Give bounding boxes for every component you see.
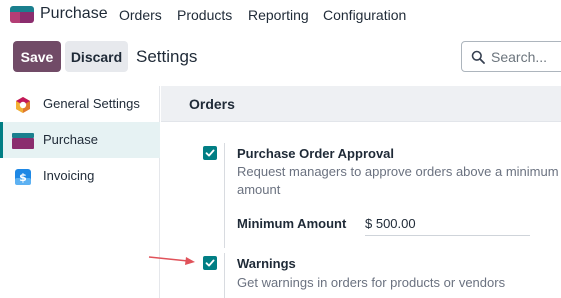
setting-divider	[224, 253, 225, 298]
setting-description: Request managers to approve orders above…	[237, 164, 559, 197]
page-title: Settings	[136, 47, 198, 66]
top-navbar: Purchase Orders Products Reporting Confi…	[0, 0, 561, 32]
setting-divider	[224, 143, 225, 248]
minimum-amount-input[interactable]: $ 500.00	[365, 216, 530, 236]
settings-sidebar: General Settings Purchase $ Invoicing	[0, 86, 160, 298]
sidebar-item-label: Purchase	[43, 132, 98, 147]
purchase-app-icon[interactable]	[10, 6, 34, 23]
minimum-amount-label: Minimum Amount	[237, 216, 347, 231]
save-button[interactable]: Save	[13, 41, 61, 72]
menu-products[interactable]: Products	[177, 7, 232, 23]
menu-configuration[interactable]: Configuration	[323, 7, 406, 23]
discard-button[interactable]: Discard	[65, 41, 128, 72]
search-input[interactable]: Search...	[461, 41, 561, 72]
purchase-app-icon	[12, 133, 34, 149]
app-name[interactable]: Purchase	[40, 5, 108, 23]
search-placeholder: Search...	[491, 49, 548, 65]
section-header: Orders	[161, 86, 561, 122]
setting-title: Warnings	[237, 256, 296, 271]
setting-title: Purchase Order Approval	[237, 146, 395, 161]
setting-description: Get warnings in orders for products or v…	[237, 275, 506, 290]
search-icon	[471, 50, 485, 64]
sidebar-item-invoicing[interactable]: $ Invoicing	[0, 158, 160, 194]
sidebar-item-general-settings[interactable]: General Settings	[0, 86, 160, 122]
sidebar-item-label: General Settings	[43, 96, 140, 111]
invoicing-app-icon: $	[15, 169, 31, 185]
menu-orders[interactable]: Orders	[119, 7, 162, 23]
checkmark-icon	[205, 259, 215, 267]
checkmark-icon	[205, 149, 215, 157]
menu-reporting[interactable]: Reporting	[248, 7, 309, 23]
section-title: Orders	[189, 96, 235, 112]
warnings-checkbox[interactable]	[203, 256, 217, 270]
annotation-arrow-icon	[148, 256, 195, 265]
sidebar-item-purchase[interactable]: Purchase	[0, 122, 160, 158]
purchase-order-approval-checkbox[interactable]	[203, 146, 217, 160]
sidebar-item-label: Invoicing	[43, 168, 95, 183]
odoo-logo-icon	[16, 97, 30, 113]
svg-text:$: $	[19, 171, 27, 184]
